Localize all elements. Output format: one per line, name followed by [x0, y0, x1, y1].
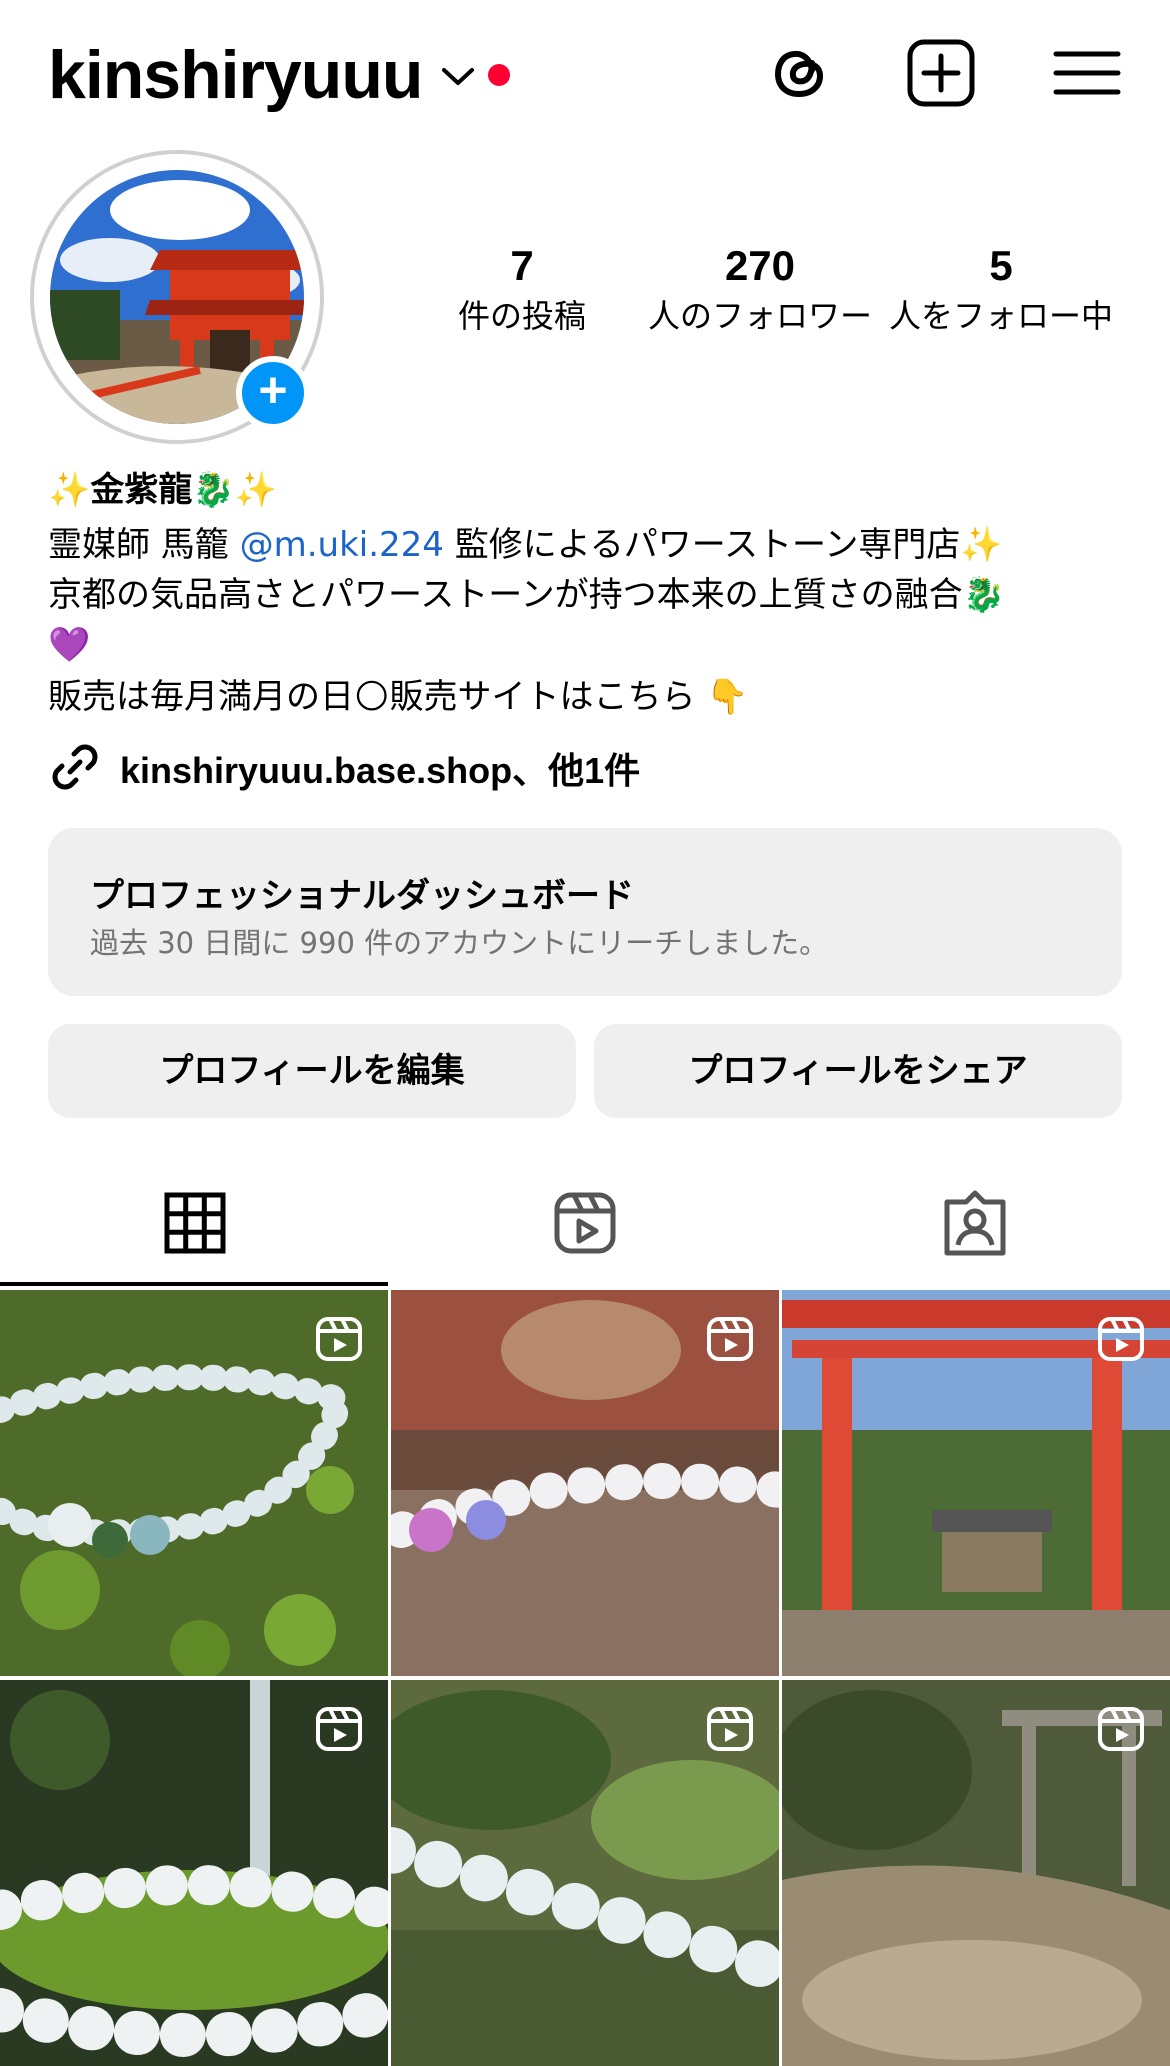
- bio-line: 販売は毎月満月の日🌕販売サイトはこちら 👇: [48, 677, 749, 717]
- bio-line: 💜: [48, 625, 91, 665]
- add-story-button[interactable]: +: [236, 356, 310, 430]
- display-name: ✨金紫龍🐉✨: [48, 470, 278, 510]
- top-bar: kinshiryuuu: [0, 0, 1170, 150]
- dashboard-subtitle: 過去 30 日間に 990 件のアカウントにリーチしました。: [90, 926, 829, 960]
- chevron-down-icon[interactable]: [440, 62, 476, 90]
- stat-number: 270: [724, 242, 796, 289]
- dashboard-title: プロフェッショナルダッシュボード: [90, 876, 634, 916]
- share-profile-button[interactable]: プロフィールをシェア: [594, 1024, 1122, 1118]
- reel-badge-icon: [316, 1317, 362, 1361]
- username-switcher[interactable]: kinshiryuuu: [48, 36, 423, 114]
- link-label: kinshiryuuu.base.shop、他1件: [120, 750, 641, 791]
- posts-count[interactable]: 7 件の投稿: [407, 238, 637, 338]
- tab-tagged[interactable]: [780, 1176, 1170, 1286]
- tab-reels[interactable]: [390, 1176, 780, 1286]
- stat-label: 人をフォロー中: [888, 297, 1113, 335]
- reel-badge-icon: [707, 1317, 753, 1361]
- stat-number: 7: [510, 242, 534, 289]
- edit-profile-button[interactable]: プロフィールを編集: [48, 1024, 576, 1118]
- post-bracelet-forest[interactable]: [391, 1680, 779, 2066]
- plus-icon: +: [258, 362, 288, 418]
- stat-number: 5: [989, 242, 1013, 289]
- following-count[interactable]: 5 人をフォロー中: [886, 238, 1116, 338]
- post-bracelet-water[interactable]: [391, 1290, 779, 1676]
- threads-icon[interactable]: [762, 36, 836, 110]
- stat-label: 人のフォロワー: [647, 297, 872, 335]
- professional-dashboard-card[interactable]: プロフェッショナルダッシュボード 過去 30 日間に 990 件のアカウントにリ…: [48, 828, 1122, 996]
- stat-label: 件の投稿: [457, 297, 586, 335]
- menu-icon[interactable]: [1050, 36, 1124, 110]
- create-post-icon[interactable]: [904, 36, 978, 110]
- reels-icon: [554, 1192, 616, 1254]
- post-stream-torii[interactable]: [782, 1680, 1170, 2066]
- reel-badge-icon: [316, 1707, 362, 1751]
- bio-line: 霊媒師 馬籠 @m.uki.224 監修によるパワーストーン専門店✨: [48, 520, 1128, 570]
- reel-badge-icon: [1098, 1707, 1144, 1751]
- link-icon: [48, 740, 102, 794]
- reel-badge-icon: [1098, 1317, 1144, 1361]
- notification-dot: [488, 64, 510, 86]
- post-bracelet-waterfall[interactable]: [0, 1680, 388, 2066]
- tagged-icon: [944, 1190, 1006, 1256]
- followers-count[interactable]: 270 人のフォロワー: [645, 238, 875, 338]
- active-tab-indicator: [0, 1282, 388, 1286]
- post-torii-shrine[interactable]: [782, 1290, 1170, 1676]
- bio-line: 京都の気品高さとパワーストーンが持つ本来の上質さの融合🐉: [48, 575, 1005, 615]
- grid-icon: [164, 1192, 226, 1254]
- mention-link[interactable]: @m.uki.224: [240, 525, 444, 565]
- post-bracelet-moss[interactable]: [0, 1290, 388, 1676]
- bio-text: 監修によるパワーストーン専門店✨: [443, 525, 1003, 565]
- reel-badge-icon: [707, 1707, 753, 1751]
- bio-text: 霊媒師 馬籠: [48, 525, 240, 565]
- tab-posts[interactable]: [0, 1176, 390, 1286]
